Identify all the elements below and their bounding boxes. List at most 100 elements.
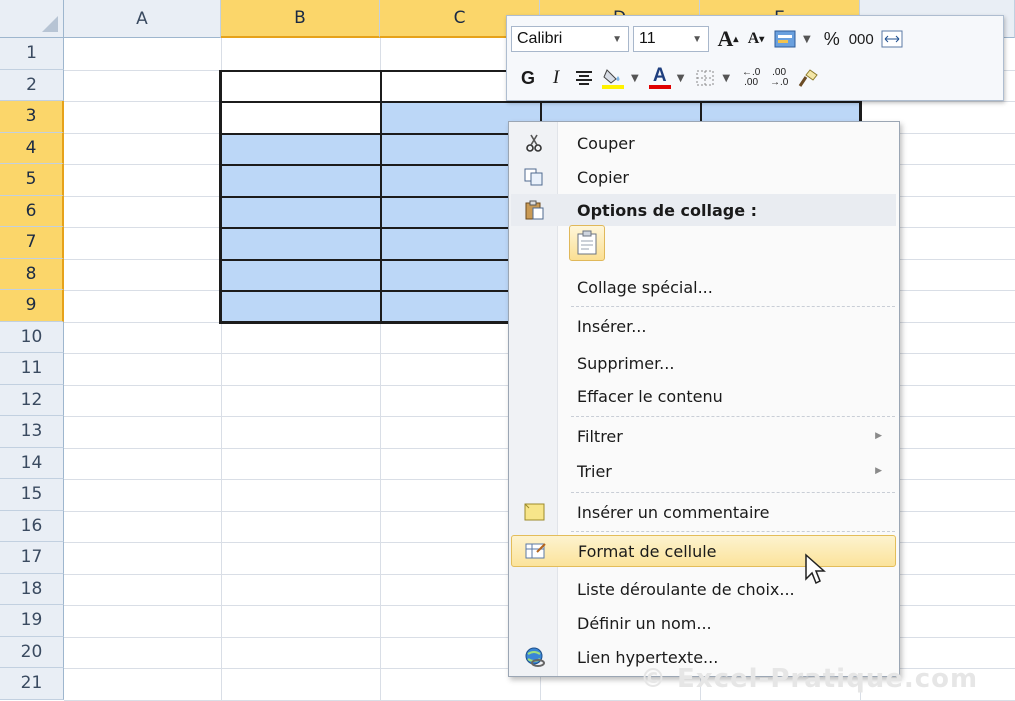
- menu-item-filter[interactable]: Filtrer ▶: [511, 420, 896, 452]
- comment-icon: [523, 501, 545, 523]
- bold-label: G: [520, 67, 535, 88]
- copy-icon: [523, 166, 545, 188]
- font-color-icon[interactable]: A: [648, 64, 671, 92]
- context-menu: Couper Copier Options de collage : Colla…: [508, 121, 900, 677]
- menu-item-dropdown-list[interactable]: Liste déroulante de choix...: [511, 573, 896, 605]
- chevron-down-icon[interactable]: ▼: [692, 34, 702, 45]
- row-header-10[interactable]: 10: [0, 321, 64, 353]
- chevron-down-icon[interactable]: ▼: [631, 73, 639, 84]
- menu-item-label: Insérer un commentaire: [577, 502, 770, 522]
- column-header-a[interactable]: A: [64, 0, 221, 38]
- row-header-15[interactable]: 15: [0, 479, 64, 511]
- menu-item-paste-special[interactable]: Collage spécial...: [511, 271, 896, 303]
- italic-button[interactable]: I: [545, 64, 567, 92]
- menu-item-insert[interactable]: Insérer...: [511, 310, 896, 342]
- menu-item-label: Effacer le contenu: [577, 386, 723, 406]
- format-cells-icon: [524, 540, 546, 562]
- row-header-16[interactable]: 16: [0, 510, 64, 542]
- menu-item-label: Copier: [577, 167, 629, 187]
- row-header-7[interactable]: 7: [0, 227, 64, 259]
- mouse-cursor-icon: [805, 553, 826, 585]
- mini-toolbar: Calibri ▼ 11 ▼ A▴ A▾ ▼ % 000 G I ▼ A ▼: [506, 15, 1004, 101]
- chevron-down-icon[interactable]: ▼: [612, 34, 622, 45]
- submenu-arrow-icon: ▶: [875, 466, 882, 476]
- chevron-down-icon[interactable]: ▼: [722, 73, 730, 84]
- row-header-3[interactable]: 3: [0, 101, 64, 133]
- shrink-font-label: A: [747, 30, 760, 47]
- row-header-13[interactable]: 13: [0, 416, 64, 448]
- menu-item-format-cells[interactable]: Format de cellule: [511, 535, 896, 567]
- menu-item-clear[interactable]: Effacer le contenu: [511, 380, 896, 412]
- borders-icon[interactable]: [694, 64, 716, 92]
- row-header-19[interactable]: 19: [0, 605, 64, 637]
- italic-label: I: [552, 67, 560, 88]
- menu-item-define-name[interactable]: Définir un nom...: [511, 607, 896, 639]
- paste-icon: [523, 199, 545, 221]
- menu-item-label: Insérer...: [577, 316, 647, 336]
- menu-item-label: Filtrer: [577, 426, 623, 446]
- menu-item-label: Options de collage :: [577, 200, 758, 220]
- menu-item-cut[interactable]: Couper: [511, 127, 896, 159]
- row-header-8[interactable]: 8: [0, 258, 64, 290]
- merge-center-icon[interactable]: [880, 25, 904, 53]
- row-header-2[interactable]: 2: [0, 69, 64, 101]
- row-header-18[interactable]: 18: [0, 573, 64, 605]
- submenu-arrow-icon: ▶: [875, 431, 882, 441]
- row-header-14[interactable]: 14: [0, 447, 64, 479]
- grow-font-label: A: [717, 26, 734, 51]
- percent-label: %: [823, 28, 840, 49]
- row-header-9[interactable]: 9: [0, 290, 64, 322]
- thousands-label: 000: [848, 30, 874, 48]
- font-size-box[interactable]: 11 ▼: [633, 26, 709, 52]
- font-name-value: Calibri: [517, 30, 563, 47]
- row-header-17[interactable]: 17: [0, 542, 64, 574]
- table-border: [221, 101, 860, 103]
- chevron-down-icon[interactable]: ▼: [803, 34, 811, 45]
- styles-icon[interactable]: [773, 25, 797, 53]
- row-header-20[interactable]: 20: [0, 636, 64, 668]
- percent-button[interactable]: %: [821, 25, 843, 53]
- format-painter-icon[interactable]: [796, 64, 820, 92]
- row-header-1[interactable]: 1: [0, 38, 64, 70]
- align-center-icon[interactable]: [573, 64, 595, 92]
- shrink-font-button[interactable]: A ▾: [745, 25, 767, 53]
- menu-separator: [571, 416, 895, 417]
- row-header-11[interactable]: 11: [0, 353, 64, 385]
- grow-font-button[interactable]: A ▴: [717, 25, 739, 53]
- font-size-value: 11: [639, 30, 656, 47]
- decrease-decimal-icon[interactable]: .00 →.0: [768, 64, 790, 92]
- menu-item-label: Liste déroulante de choix...: [577, 579, 795, 599]
- menu-item-label: Définir un nom...: [577, 613, 712, 633]
- clipboard-icon: [577, 230, 597, 255]
- row-header-6[interactable]: 6: [0, 195, 64, 227]
- menu-item-delete[interactable]: Supprimer...: [511, 347, 896, 379]
- menu-item-label: Format de cellule: [578, 541, 717, 561]
- row-header-5[interactable]: 5: [0, 164, 64, 196]
- bold-button[interactable]: G: [517, 64, 539, 92]
- menu-item-label: Supprimer...: [577, 353, 675, 373]
- thousands-button[interactable]: 000: [849, 25, 874, 53]
- chevron-down-icon[interactable]: ▼: [677, 73, 685, 84]
- menu-item-label: Trier: [577, 461, 612, 481]
- hyperlink-icon: [523, 646, 545, 668]
- watermark: © Excel-Pratique.com: [640, 664, 979, 694]
- menu-separator: [571, 492, 895, 493]
- paste-option-button[interactable]: [569, 225, 605, 261]
- menu-separator: [571, 531, 895, 532]
- menu-item-label: Collage spécial...: [577, 277, 713, 297]
- select-all-corner[interactable]: [0, 0, 64, 38]
- menu-item-copy[interactable]: Copier: [511, 161, 896, 193]
- menu-item-sort[interactable]: Trier ▶: [511, 455, 896, 487]
- font-name-box[interactable]: Calibri ▼: [511, 26, 629, 52]
- menu-item-paste-options: Options de collage :: [511, 194, 896, 226]
- menu-separator: [571, 306, 895, 307]
- menu-item-insert-comment[interactable]: Insérer un commentaire: [511, 496, 896, 528]
- fill-color-icon[interactable]: [601, 64, 625, 92]
- row-header-21[interactable]: 21: [0, 668, 64, 700]
- row-header-12[interactable]: 12: [0, 384, 64, 416]
- menu-item-label: Couper: [577, 133, 635, 153]
- row-header-4[interactable]: 4: [0, 132, 64, 164]
- scissors-icon: [523, 132, 545, 154]
- increase-decimal-icon[interactable]: ←.0.00: [740, 64, 762, 92]
- column-header-b[interactable]: B: [221, 0, 380, 38]
